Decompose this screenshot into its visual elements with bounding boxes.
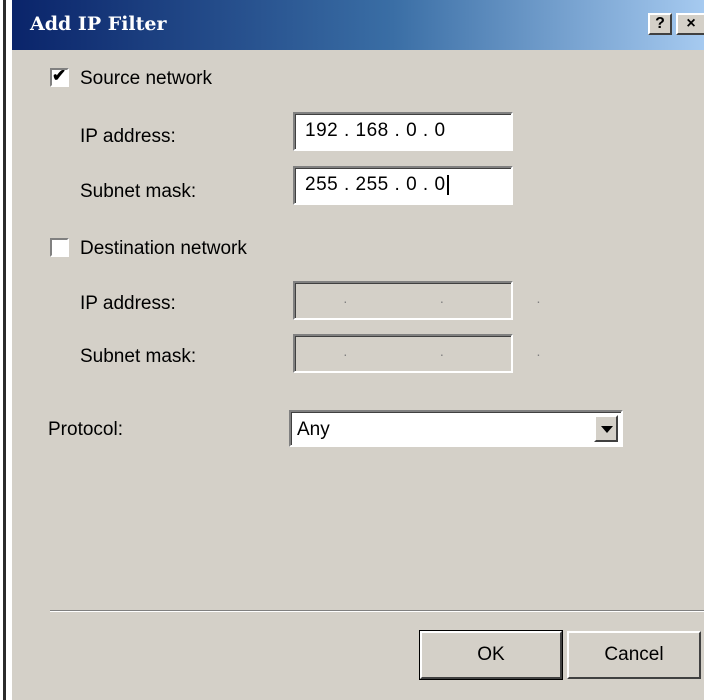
text-caret (446, 174, 449, 195)
source-ip-value: 192 . 168 . 0 . 0 (305, 120, 446, 141)
source-mask-text: 255 . 255 . 0 . 0 (305, 174, 446, 195)
destination-ip-dots: · · · (343, 293, 585, 309)
checkmark-icon: ✔ (52, 66, 67, 85)
protocol-selected-value: Any (297, 419, 330, 440)
protocol-select[interactable]: Any (289, 410, 623, 447)
title-bar[interactable]: Add IP Filter ? × (12, 0, 704, 50)
background-window-edge (0, 0, 8, 700)
source-mask-field[interactable]: 255 . 255 . 0 . 0 (293, 166, 513, 205)
ok-button[interactable]: OK (419, 630, 563, 680)
source-mask-label: Subnet mask: (80, 181, 197, 202)
source-mask-value: 255 . 255 . 0 . 0 (305, 174, 449, 196)
source-network-checkbox[interactable]: ✔ (50, 66, 69, 87)
help-button[interactable]: ? (648, 13, 672, 35)
source-ip-label: IP address: (80, 126, 176, 147)
protocol-label: Protocol: (48, 419, 123, 440)
destination-network-label: Destination network (80, 238, 247, 259)
help-icon: ? (655, 15, 665, 32)
dropdown-arrow-button[interactable] (594, 415, 618, 442)
destination-mask-field: · · · (293, 334, 541, 373)
destination-ip-field: · · · (293, 281, 541, 320)
button-separator (50, 610, 704, 612)
chevron-down-icon (601, 426, 613, 433)
destination-mask-label: Subnet mask: (80, 346, 197, 367)
destination-mask-dots: · · · (343, 346, 585, 362)
close-button[interactable]: × (676, 13, 704, 35)
destination-ip-label: IP address: (80, 293, 176, 314)
source-ip-field[interactable]: 192 . 168 . 0 . 0 (293, 112, 513, 151)
window-title: Add IP Filter (30, 13, 167, 35)
source-network-label: Source network (80, 68, 213, 89)
add-ip-filter-dialog: Add IP Filter ? × ✔ Source network IP ad… (10, 0, 704, 700)
close-icon: × (686, 15, 696, 32)
cancel-button[interactable]: Cancel (567, 631, 701, 679)
destination-network-checkbox[interactable] (50, 238, 69, 257)
